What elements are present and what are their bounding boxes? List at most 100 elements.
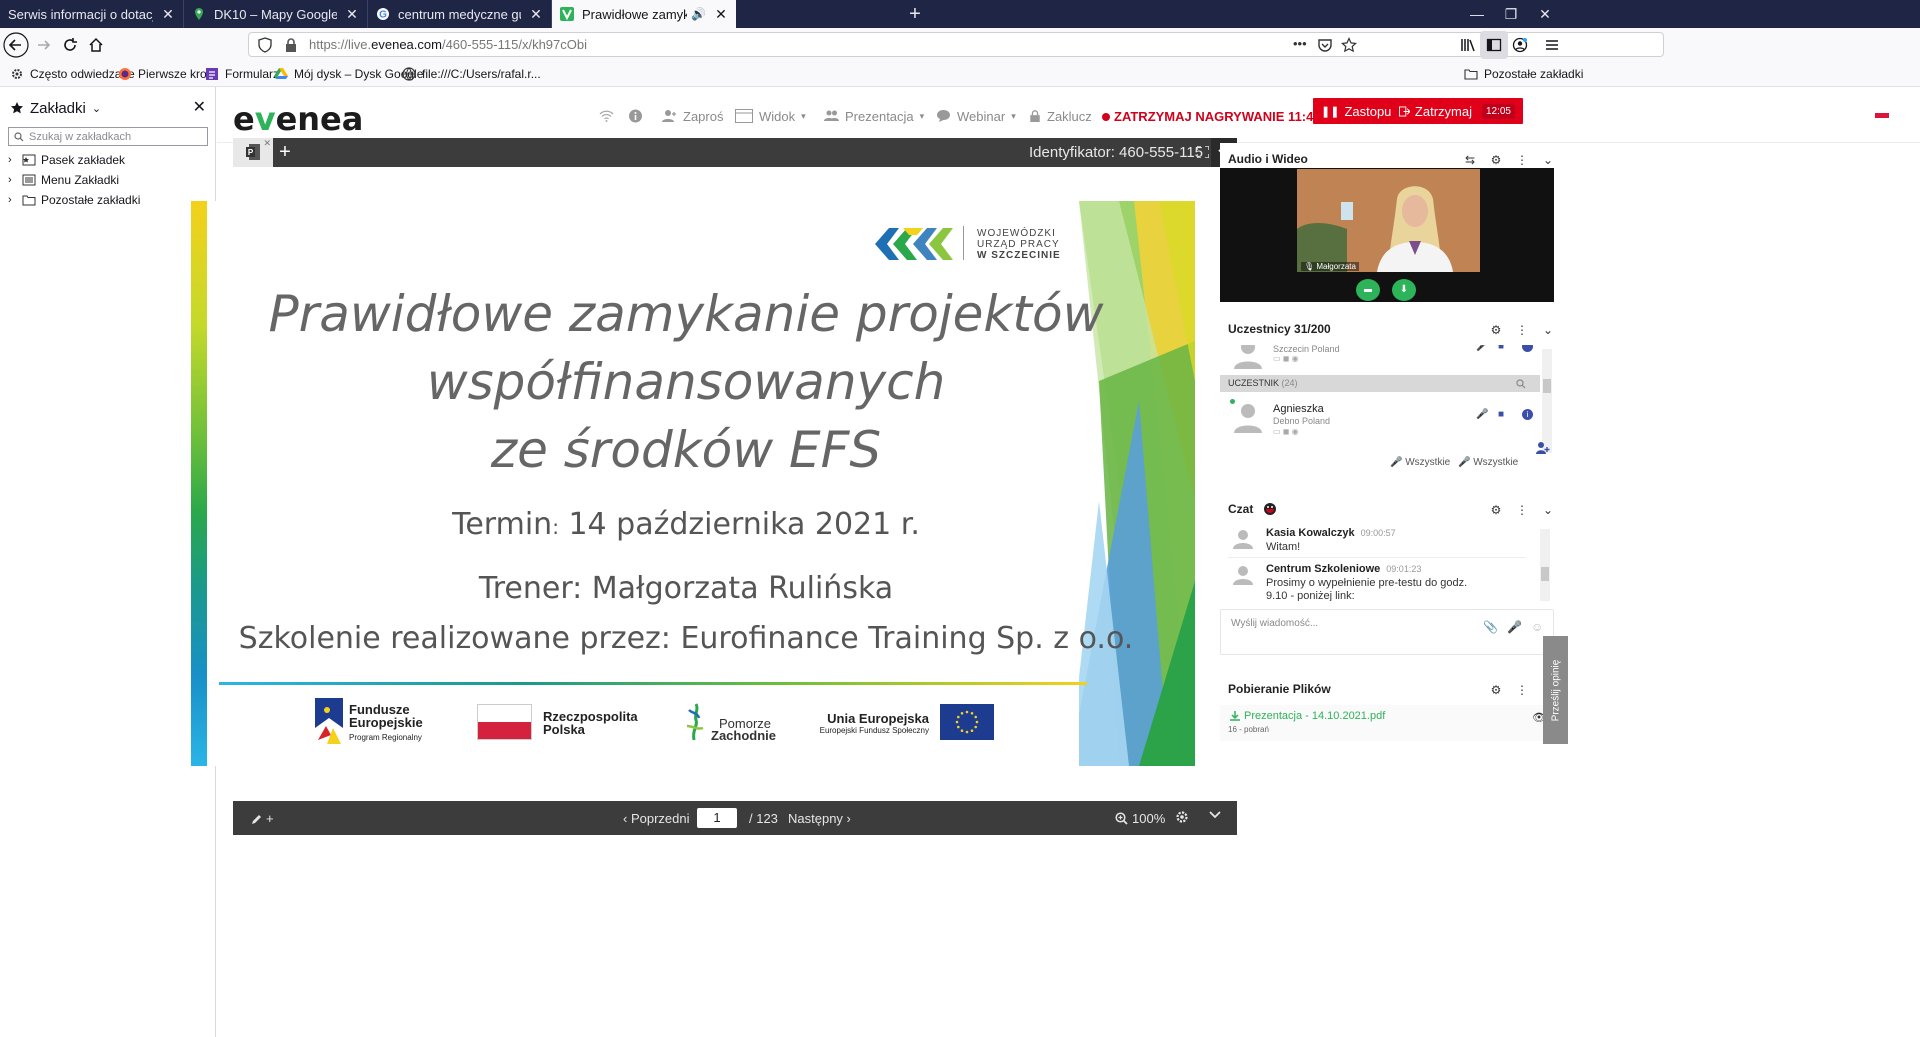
star-icon[interactable]: [1341, 37, 1357, 53]
evenea-logo[interactable]: evenea: [233, 100, 363, 138]
lock-icon[interactable]: [283, 37, 299, 53]
close-window-button[interactable]: ✕: [1522, 0, 1568, 28]
more-vertical-icon[interactable]: ⋮: [1514, 683, 1530, 697]
star-filled-icon: [11, 102, 23, 114]
bookmark-file[interactable]: file:///C:/Users/rafal.r...: [402, 66, 541, 82]
mic-icon[interactable]: 🎤: [1476, 409, 1488, 420]
home-button[interactable]: [82, 31, 110, 59]
settings-gear-icon[interactable]: ⚙: [1488, 153, 1504, 167]
add-presentation-button[interactable]: +: [275, 138, 295, 167]
url-bar[interactable]: https://live.evenea.com/460-555-115/x/kh…: [248, 32, 1664, 57]
menu-button[interactable]: [1538, 31, 1566, 59]
bookmark-search-input[interactable]: Szukaj w zakładkach: [8, 127, 208, 146]
participants-scrollbar[interactable]: [1542, 349, 1552, 453]
chevron-down-icon[interactable]: ⌄: [1540, 153, 1556, 167]
lower-hand-button[interactable]: ⬇: [1392, 279, 1416, 301]
new-tab-button[interactable]: +: [906, 4, 924, 24]
mute-all-button[interactable]: 🎤 Wszystkie: [1390, 457, 1450, 468]
mic-icon[interactable]: 🎤: [1507, 620, 1522, 634]
emoji-icon[interactable]: [1263, 502, 1277, 516]
close-icon[interactable]: ✕: [714, 7, 728, 21]
polish-flag-icon[interactable]: [1875, 108, 1889, 118]
forward-button[interactable]: [30, 31, 58, 59]
pocket-icon[interactable]: [1317, 37, 1333, 53]
mic-icon[interactable]: 🎤: [1476, 345, 1488, 352]
unmute-all-button[interactable]: 🎤 Wszystkie: [1458, 457, 1518, 468]
next-slide-button[interactable]: Następny ›: [788, 811, 851, 826]
feedback-tab[interactable]: Prześlij opinię: [1543, 636, 1568, 744]
shield-icon[interactable]: [257, 37, 273, 53]
info-button[interactable]: [628, 108, 649, 124]
webinar-menu[interactable]: Webinar ▾: [936, 108, 1016, 124]
chevron-down-icon[interactable]: ⌄: [1540, 503, 1556, 517]
sidebar-item-menu[interactable]: › Menu Zakładki: [8, 171, 119, 189]
more-vertical-icon[interactable]: ⋮: [1514, 153, 1530, 167]
participant-row[interactable]: Agnieszka Debno Poland ▭ ◼ ◉ 🎤 ■ i: [1228, 397, 1540, 441]
file-row[interactable]: Prezentacja - 14.10.2021.pdf 16 - pobrań…: [1220, 705, 1554, 741]
attach-icon[interactable]: 📎: [1483, 620, 1498, 634]
tab-dotacje[interactable]: Serwis informacji o dotacjach w woj ✕: [0, 0, 184, 28]
chat-input[interactable]: Wyślij wiadomość... 📎 🎤 ☺: [1220, 609, 1554, 655]
page-number-input[interactable]: 1: [697, 808, 737, 828]
more-vertical-icon[interactable]: ⋮: [1514, 323, 1530, 337]
wifi-status[interactable]: [599, 108, 620, 124]
back-button[interactable]: [2, 31, 30, 59]
bookmark-form[interactable]: Formularz: [205, 66, 279, 82]
settings-gear-icon[interactable]: [1175, 810, 1189, 824]
camera-icon[interactable]: ■: [1498, 409, 1504, 420]
lock-button[interactable]: Zaklucz: [1029, 108, 1092, 124]
swap-icon[interactable]: ⇆: [1462, 153, 1478, 167]
sidebar-toggle-button[interactable]: [1480, 31, 1508, 59]
replace-button[interactable]: ❚❚ Zastopuj: [1313, 98, 1403, 124]
chevron-down-icon[interactable]: ⌄: [1540, 323, 1556, 337]
sidebar-item-toolbar[interactable]: › Pasek zakładek: [8, 151, 125, 169]
files-panel: Pobieranie Plików ⚙ ⋮ ⌄ Prezentacja - 14…: [1220, 673, 1554, 743]
file-link[interactable]: Prezentacja - 14.10.2021.pdf: [1244, 710, 1385, 722]
close-sidebar-button[interactable]: ✕: [193, 97, 206, 117]
bookmark-getting-started[interactable]: Pierwsze kroki: [118, 66, 215, 82]
add-user-icon[interactable]: [1536, 441, 1550, 455]
sidebar-item-other[interactable]: › Pozostałe zakładki: [8, 191, 140, 209]
info-icon[interactable]: [1522, 345, 1533, 352]
fundusze-europejskie-logo: [315, 698, 343, 746]
bookmark-most-visited[interactable]: Często odwiedzane: [10, 66, 135, 82]
more-vertical-icon[interactable]: ⋮: [1514, 503, 1530, 517]
close-icon[interactable]: ✕: [161, 7, 175, 21]
camera-icon[interactable]: ■: [1498, 345, 1504, 352]
smiley-icon[interactable]: ☺: [1531, 620, 1543, 634]
close-icon[interactable]: ✕: [529, 7, 543, 21]
presentation-file-tab[interactable]: P ✕: [233, 138, 273, 167]
library-button[interactable]: [1454, 31, 1482, 59]
tab-evenea-active[interactable]: Prawidłowe zamykanie proj 🔊 ✕: [552, 0, 736, 28]
stop-recording-button[interactable]: ZATRZYMAJ NAGRYWANIE 11:46 ▼: [1102, 109, 1334, 124]
bookmark-other[interactable]: Pozostałe zakładki: [1464, 66, 1583, 82]
info-icon[interactable]: i: [1522, 409, 1533, 420]
participant-group-header[interactable]: UCZESTNIK (24): [1220, 375, 1540, 392]
bookmark-drive[interactable]: Mój dysk – Dysk Google: [274, 66, 423, 82]
settings-gear-icon[interactable]: ⚙: [1488, 683, 1504, 697]
tab-google[interactable]: G centrum medyczne gumieńce ✕: [368, 0, 552, 28]
stop-button[interactable]: Zatrzymaj 12:05: [1391, 98, 1523, 124]
invite-button[interactable]: Zaproś: [662, 108, 723, 124]
presentation-menu[interactable]: Prezentacja ▾: [824, 108, 924, 124]
reload-button[interactable]: [56, 31, 84, 59]
fullscreen-icon[interactable]: [1197, 146, 1209, 158]
previous-slide-button[interactable]: ‹ Poprzedni: [623, 811, 689, 826]
settings-gear-icon[interactable]: ⚙: [1488, 503, 1504, 517]
search-icon[interactable]: [1516, 379, 1526, 389]
page-actions-icon[interactable]: •••: [1293, 36, 1307, 51]
tab-maps[interactable]: DK10 – Mapy Google ✕: [184, 0, 368, 28]
chat-scrollbar[interactable]: [1540, 529, 1550, 601]
annotate-button[interactable]: +: [251, 811, 274, 826]
speaker-icon[interactable]: 🔊: [691, 7, 706, 21]
sidebar-header[interactable]: Zakładki ⌄ ✕: [10, 97, 206, 119]
chevron-down-icon: ▾: [1011, 110, 1016, 121]
view-menu[interactable]: Widok ▾: [735, 108, 806, 124]
close-icon[interactable]: ✕: [345, 7, 359, 21]
mute-button[interactable]: [1356, 279, 1380, 301]
settings-gear-icon[interactable]: ⚙: [1488, 323, 1504, 337]
close-icon[interactable]: ✕: [263, 138, 271, 149]
participant-row[interactable]: Szczecin Poland ▭ ◼ ◉ 🎤 ■: [1228, 345, 1540, 377]
account-button[interactable]: [1506, 31, 1534, 59]
zoom-control[interactable]: 100%: [1115, 811, 1165, 826]
